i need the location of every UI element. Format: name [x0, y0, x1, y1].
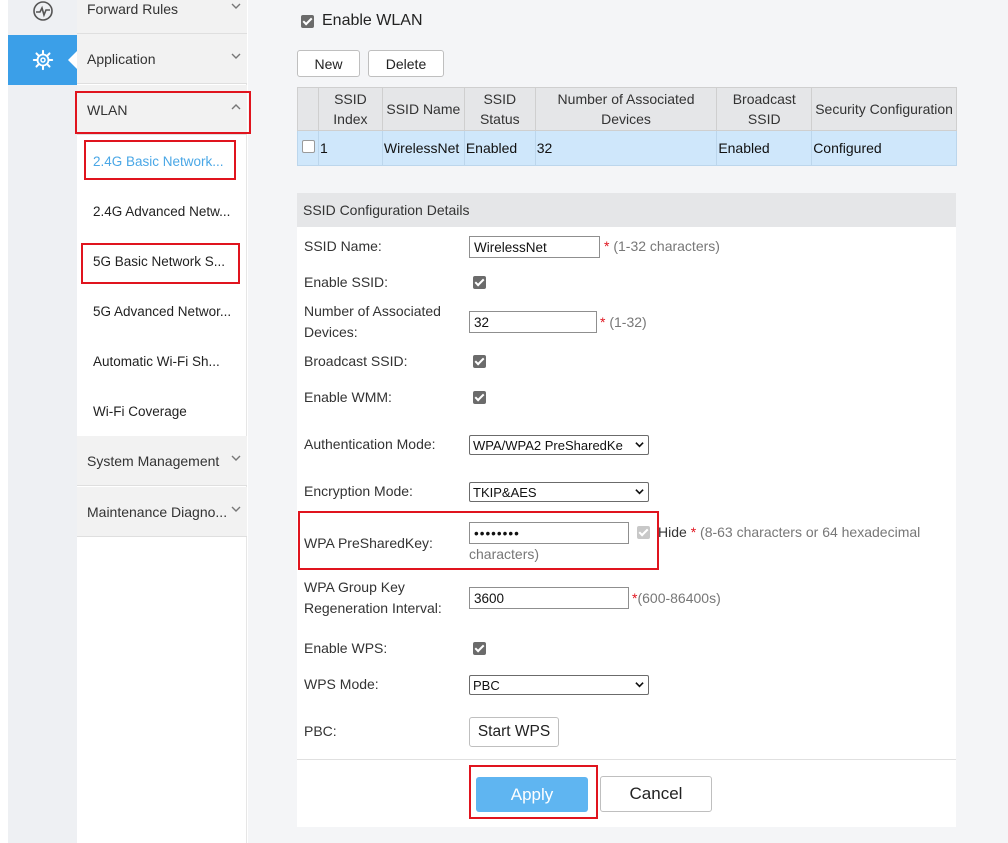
- pbc-label: PBC:: [304, 723, 337, 739]
- delete-button[interactable]: Delete: [368, 50, 444, 77]
- group-key-input[interactable]: 3600: [469, 587, 629, 609]
- enable-ssid-checkbox[interactable]: [473, 276, 486, 289]
- cell-security: Configured: [811, 130, 957, 166]
- chevron-down-icon: [635, 682, 644, 688]
- side-menu: Forward Rules Application WLAN 2.4G Basi…: [77, 0, 247, 843]
- group-key-hint: *(600-86400s): [632, 590, 721, 606]
- new-button[interactable]: New: [297, 50, 360, 77]
- enable-wlan[interactable]: Enable WLAN: [301, 12, 423, 30]
- menu-item-wifi-coverage[interactable]: Wi-Fi Coverage: [77, 386, 247, 436]
- ssid-name-label: SSID Name:: [304, 238, 382, 254]
- broadcast-ssid-label: Broadcast SSID:: [304, 353, 408, 369]
- enable-wlan-label: Enable WLAN: [322, 12, 423, 29]
- ssid-name-hint: * (1-32 characters): [604, 238, 720, 254]
- table-header-status: SSID Status: [463, 87, 536, 131]
- menu-item-24g-basic[interactable]: 2.4G Basic Network...: [77, 136, 247, 186]
- table-header-select: [297, 87, 319, 131]
- broadcast-ssid-checkbox[interactable]: [473, 355, 486, 368]
- auth-mode-label: Authentication Mode:: [304, 436, 436, 452]
- menu-group-label: Application: [87, 50, 156, 67]
- chevron-down-icon: [635, 442, 644, 448]
- cell-index: 1: [317, 130, 383, 166]
- psk-label: WPA PreSharedKey:: [304, 535, 433, 551]
- psk-hint-line2: characters): [469, 546, 540, 562]
- ssid-table: SSID Index SSID Name SSID Status Number …: [297, 87, 957, 166]
- menu-group-wlan[interactable]: WLAN: [77, 85, 247, 135]
- assoc-devices-input[interactable]: 32: [469, 311, 597, 333]
- cell-devices: 32: [534, 130, 718, 166]
- row-select-cell[interactable]: [297, 130, 319, 166]
- group-key-label: WPA Group Key Regeneration Interval:: [304, 579, 442, 616]
- table-row[interactable]: 1 WirelessNet Enabled 32 Enabled Configu…: [297, 130, 957, 166]
- table-header-name: SSID Name: [381, 87, 465, 131]
- panel-divider: [297, 759, 956, 760]
- menu-item-24g-advanced[interactable]: 2.4G Advanced Netw...: [77, 186, 247, 236]
- rail-item-settings[interactable]: [8, 35, 78, 85]
- wps-mode-label: WPS Mode:: [304, 676, 379, 692]
- menu-item-5g-advanced[interactable]: 5G Advanced Networ...: [77, 286, 247, 336]
- chevron-down-icon: [231, 53, 241, 59]
- start-wps-button[interactable]: Start WPS: [469, 717, 559, 747]
- icon-rail: [8, 0, 78, 843]
- ssid-details-panel: SSID Configuration Details: [297, 193, 956, 827]
- menu-group-label: WLAN: [87, 101, 128, 118]
- encryption-mode-select[interactable]: TKIP&AES: [469, 482, 649, 502]
- chevron-down-icon: [231, 3, 241, 9]
- wps-mode-select[interactable]: PBC: [469, 675, 649, 695]
- enable-ssid-label: Enable SSID:: [304, 274, 389, 290]
- encryption-mode-label: Encryption Mode:: [304, 483, 413, 499]
- chevron-up-icon: [231, 103, 241, 109]
- monitor-wave-icon: [32, 1, 53, 21]
- menu-item-5g-basic[interactable]: 5G Basic Network S...: [77, 236, 247, 286]
- rail-item-status[interactable]: [8, 0, 77, 36]
- ssid-name-input[interactable]: WirelessNet: [469, 236, 600, 258]
- table-header-security: Security Configuration: [811, 87, 957, 131]
- enable-wps-checkbox[interactable]: [473, 642, 486, 655]
- table-header-index: SSID Index: [317, 87, 383, 131]
- menu-group-forward-rules[interactable]: Forward Rules: [77, 0, 247, 34]
- cancel-button[interactable]: Cancel: [600, 776, 712, 812]
- menu-group-maintenance[interactable]: Maintenance Diagno...: [77, 487, 247, 537]
- hide-psk-checkbox[interactable]: [637, 526, 650, 539]
- table-header-row: SSID Index SSID Name SSID Status Number …: [297, 87, 957, 131]
- assoc-devices-label: Number of Associated Devices:: [304, 303, 441, 340]
- cell-name: WirelessNet: [381, 130, 465, 166]
- enable-wlan-checkbox[interactable]: [301, 14, 314, 28]
- gear-icon: [32, 49, 53, 71]
- row-checkbox[interactable]: [302, 140, 315, 153]
- cell-status: Enabled: [463, 130, 536, 166]
- menu-group-application[interactable]: Application: [77, 34, 247, 84]
- psk-input[interactable]: ••••••••: [469, 522, 629, 544]
- auth-mode-select[interactable]: WPA/WPA2 PreSharedKe: [469, 435, 649, 455]
- enable-wmm-checkbox[interactable]: [473, 391, 486, 404]
- cell-broadcast: Enabled: [716, 130, 813, 166]
- chevron-down-icon: [635, 489, 644, 495]
- enable-wmm-label: Enable WMM:: [304, 389, 392, 405]
- table-header-devices: Number of Associated Devices: [534, 87, 718, 131]
- menu-item-wifi-share[interactable]: Automatic Wi-Fi Sh...: [77, 336, 247, 386]
- panel-title: SSID Configuration Details: [297, 193, 956, 227]
- psk-hint: Hide * (8-63 characters or 64 hexadecima…: [658, 524, 921, 540]
- menu-group-label: System Management: [87, 452, 220, 469]
- chevron-down-icon: [231, 455, 241, 461]
- assoc-devices-hint: * (1-32): [600, 314, 647, 330]
- table-header-broadcast: Broadcast SSID: [716, 87, 813, 131]
- chevron-down-icon: [231, 506, 241, 512]
- menu-group-label: Maintenance Diagno...: [87, 503, 228, 520]
- apply-button[interactable]: Apply: [476, 777, 588, 812]
- enable-wps-label: Enable WPS:: [304, 640, 388, 656]
- menu-group-system-management[interactable]: System Management: [77, 436, 247, 486]
- menu-group-label: Forward Rules: [87, 0, 179, 17]
